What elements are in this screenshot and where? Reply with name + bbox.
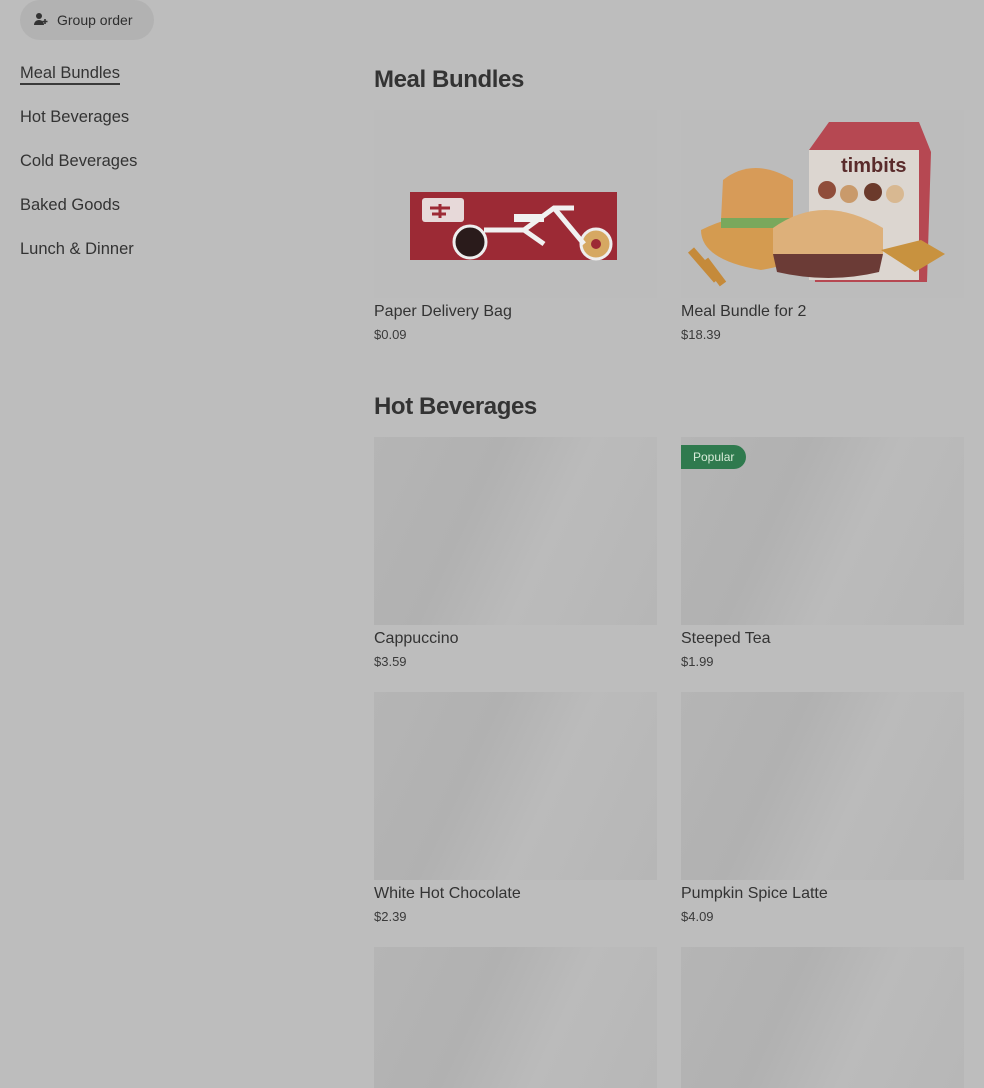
item-image-placeholder: Popular [681, 437, 964, 625]
sidebar-item-cold-beverages[interactable]: Cold Beverages [20, 150, 320, 194]
item-name: Cappuccino [374, 630, 459, 647]
menu-main: Meal Bundles Paper Delivery Bag $0.09 ti… [374, 60, 964, 1088]
item-name: White Hot Chocolate [374, 885, 521, 902]
item-image-placeholder [681, 692, 964, 880]
menu-item-card[interactable] [681, 947, 964, 1088]
meal-bundles-grid: Paper Delivery Bag $0.09 timbits Meal Bu… [374, 110, 964, 343]
svg-text:timbits: timbits [841, 155, 907, 177]
item-price: $3.59 [374, 654, 407, 669]
menu-item-card[interactable]: Cappuccino $3.59 [374, 437, 657, 670]
item-image: timbits [681, 110, 964, 298]
menu-item-card[interactable] [374, 947, 657, 1088]
item-name: Paper Delivery Bag [374, 303, 512, 320]
item-image-placeholder [374, 437, 657, 625]
menu-item-card[interactable]: White Hot Chocolate $2.39 [374, 692, 657, 925]
item-name: Pumpkin Spice Latte [681, 885, 828, 902]
add-user-icon [33, 11, 49, 30]
item-name: Meal Bundle for 2 [681, 303, 807, 320]
item-price: $18.39 [681, 327, 721, 342]
section-title-hot-beverages: Hot Beverages [374, 393, 537, 420]
item-price: $2.39 [374, 909, 407, 924]
menu-item-card[interactable]: Popular Steeped Tea $1.99 [681, 437, 964, 670]
section-title-meal-bundles: Meal Bundles [374, 66, 524, 93]
sidebar-item-lunch-dinner[interactable]: Lunch & Dinner [20, 238, 320, 282]
item-price: $1.99 [681, 654, 714, 669]
item-name: Steeped Tea [681, 630, 771, 647]
item-image-placeholder [374, 947, 657, 1088]
menu-item-card[interactable]: Pumpkin Spice Latte $4.09 [681, 692, 964, 925]
item-image-placeholder [374, 692, 657, 880]
item-price: $4.09 [681, 909, 714, 924]
item-image-placeholder [681, 947, 964, 1088]
group-order-button[interactable]: Group order [20, 0, 154, 40]
menu-item-card[interactable]: timbits Meal Bundle for 2 $18.39 [681, 110, 964, 343]
item-image [374, 110, 657, 298]
group-order-label: Group order [57, 12, 133, 28]
menu-page: Group order Meal Bundles Hot Beverages C… [0, 0, 984, 1088]
category-sidebar: Meal Bundles Hot Beverages Cold Beverage… [20, 62, 320, 282]
hot-beverages-grid: Cappuccino $3.59 Popular Steeped Tea $1.… [374, 437, 964, 1088]
item-price: $0.09 [374, 327, 407, 342]
popular-badge: Popular [681, 445, 747, 469]
sidebar-item-baked-goods[interactable]: Baked Goods [20, 194, 320, 238]
menu-item-card[interactable]: Paper Delivery Bag $0.09 [374, 110, 657, 343]
sidebar-item-meal-bundles[interactable]: Meal Bundles [20, 62, 320, 106]
sidebar-item-hot-beverages[interactable]: Hot Beverages [20, 106, 320, 150]
